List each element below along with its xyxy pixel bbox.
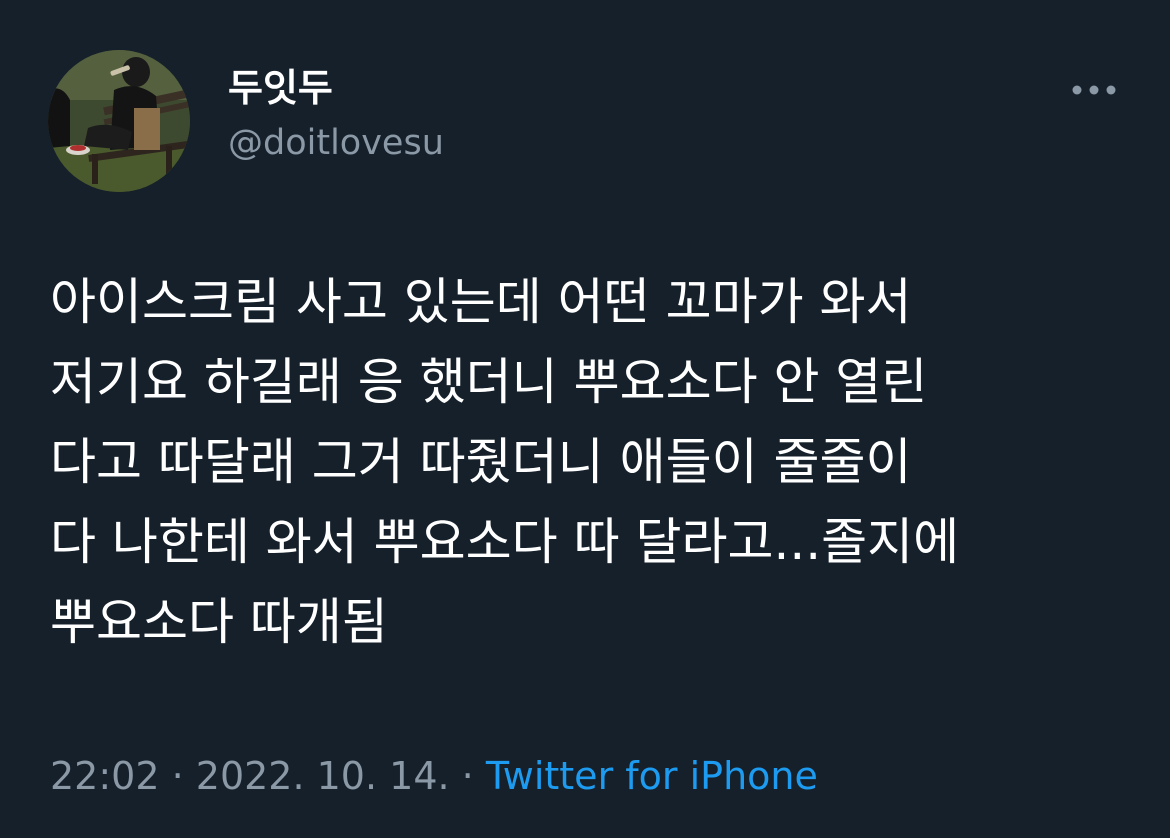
tweet-text: 아이스크림 사고 있는데 어떤 꼬마가 와서 저기요 하길래 응 했더니 뿌요소… — [50, 273, 960, 651]
avatar-image — [48, 50, 190, 192]
tweet-metadata: 22:02 · 2022. 10. 14. · Twitter for iPho… — [50, 752, 818, 800]
display-name[interactable]: 두잇두 — [228, 64, 333, 112]
meta-separator: · — [449, 754, 486, 798]
user-handle[interactable]: @doitlovesu — [228, 120, 444, 166]
tweet-date[interactable]: 2022. 10. 14. — [196, 754, 450, 798]
tweet-card: 두잇두 @doitlovesu 아이스크림 사고 있는데 어떤 꼬마가 와서 저… — [0, 0, 1170, 838]
tweet-time[interactable]: 22:02 — [50, 754, 160, 798]
avatar[interactable] — [48, 50, 190, 192]
more-horizontal-icon — [1072, 85, 1116, 95]
tweet-source-link[interactable]: Twitter for iPhone — [486, 754, 818, 798]
more-options-button[interactable] — [1066, 70, 1122, 110]
meta-separator: · — [159, 754, 196, 798]
